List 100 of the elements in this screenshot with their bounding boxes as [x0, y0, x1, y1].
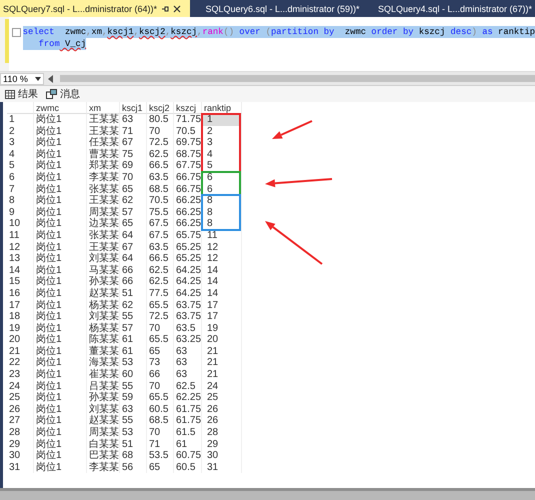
table-cell: 24: [202, 380, 242, 392]
row-number: 9: [7, 206, 34, 218]
table-cell: 51: [120, 438, 147, 450]
table-cell: 68: [120, 450, 147, 462]
table-cell: 8: [202, 195, 242, 207]
table-cell: 刘某某: [87, 253, 120, 265]
table-cell: 岗位1: [34, 160, 87, 172]
table-cell: 72.5: [147, 137, 174, 149]
table-cell: 70: [120, 172, 147, 184]
row-number: 18: [7, 311, 34, 323]
table-cell: 14: [202, 276, 242, 288]
table-cell: 65: [147, 346, 174, 358]
scrollbar[interactable]: [60, 75, 535, 82]
table-cell: 63.25: [174, 334, 202, 346]
row-number: 17: [7, 300, 34, 312]
row-number: 11: [7, 230, 34, 242]
scroll-left-icon[interactable]: [48, 74, 54, 82]
table-cell: 66.25: [174, 206, 202, 218]
table-cell: 岗位1: [34, 404, 87, 416]
table-cell: 60: [120, 369, 147, 381]
table-cell: 8: [202, 206, 242, 218]
table-cell: 61: [120, 334, 147, 346]
table-cell: 63.5: [147, 242, 174, 254]
table-cell: 岗位1: [34, 137, 87, 149]
table-cell: 周某某: [87, 206, 120, 218]
table-cell: 周某某: [87, 427, 120, 439]
row-number: 8: [7, 195, 34, 207]
table-cell: 董某某: [87, 346, 120, 358]
column-header[interactable]: ranktip: [202, 102, 242, 114]
table-cell: 任某某: [87, 137, 120, 149]
table-cell: 岗位1: [34, 264, 87, 276]
table-cell: 岗位1: [34, 346, 87, 358]
result-tab[interactable]: 消息: [46, 87, 80, 101]
table-cell: 海某某: [87, 357, 120, 370]
row-number: 6: [7, 172, 34, 184]
scrollbar[interactable]: [0, 488, 535, 500]
column-header[interactable]: zwmc: [34, 102, 87, 114]
table-cell: 曹某某: [87, 148, 120, 160]
table-cell: 65: [147, 462, 174, 474]
table-cell: 岗位1: [34, 357, 87, 370]
table-cell: 岗位1: [34, 172, 87, 184]
table-cell: 岗位1: [34, 380, 87, 392]
table-cell: 岗位1: [34, 206, 87, 218]
table-cell: 65.75: [174, 230, 202, 242]
table-cell: 岗位1: [34, 218, 87, 230]
table-cell: 5: [202, 160, 242, 172]
table-cell: 73: [147, 357, 174, 370]
pin-icon[interactable]: [161, 4, 170, 12]
table-cell: 66: [147, 369, 174, 381]
row-number: 20: [7, 334, 34, 346]
table-cell: 岗位1: [34, 450, 87, 462]
document-tab[interactable]: SQLQuery7.sql - L...dministrator (64))*: [0, 0, 190, 17]
table-cell: 李某某: [87, 462, 120, 474]
table-cell: 刘某某: [87, 311, 120, 323]
table-cell: 岗位1: [34, 334, 87, 346]
table-cell: 刘某某: [87, 404, 120, 416]
row-number: 28: [7, 427, 34, 439]
table-cell: 20: [202, 334, 242, 346]
table-cell: 57: [120, 206, 147, 218]
table-cell: 68.5: [147, 184, 174, 196]
row-number: 21: [7, 346, 34, 358]
row-number: 29: [7, 438, 34, 450]
row-number: 1: [7, 114, 34, 126]
table-cell: 71: [147, 438, 174, 450]
table-cell: 4: [202, 148, 242, 160]
grid-icon: [5, 90, 15, 98]
table-cell: 55: [120, 415, 147, 428]
table-cell: 岗位1: [34, 230, 87, 242]
table-cell: 60.75: [174, 450, 202, 462]
table-cell: 郑某某: [87, 160, 120, 172]
table-cell: 白某某: [87, 438, 120, 450]
result-tab[interactable]: 结果: [5, 87, 38, 101]
column-header[interactable]: kszcj: [174, 102, 202, 114]
column-header[interactable]: xm: [87, 102, 120, 114]
table-cell: 66.75: [174, 184, 202, 196]
arrow: [272, 120, 312, 139]
table-cell: 62.5: [147, 148, 174, 160]
table-cell: 61: [174, 438, 202, 450]
table-cell: 53.5: [147, 450, 174, 462]
row-number: 25: [7, 392, 34, 404]
table-cell: 21: [202, 346, 242, 358]
close-icon[interactable]: [173, 4, 182, 12]
table-cell: 66: [120, 264, 147, 276]
table-cell: 65.5: [147, 334, 174, 346]
table-cell: 12: [202, 253, 242, 265]
table-cell: 25: [202, 392, 242, 404]
table-cell: 3: [202, 137, 242, 149]
table-cell: 岗位1: [34, 114, 87, 126]
table-cell: 65.25: [174, 253, 202, 265]
row-number: 22: [7, 357, 34, 370]
table-cell: 19: [202, 322, 242, 334]
table-cell: 60.5: [174, 462, 202, 474]
column-header[interactable]: kscj1: [120, 102, 147, 114]
collapse-icon[interactable]: [12, 28, 21, 36]
table-cell: 张某某: [87, 230, 120, 242]
table-cell: 64.25: [174, 264, 202, 276]
zoom-dropdown[interactable]: 110 %: [0, 72, 44, 84]
table-cell: 61.5: [174, 427, 202, 439]
table-cell: 65.5: [147, 392, 174, 404]
column-header[interactable]: kscj2: [147, 102, 174, 114]
